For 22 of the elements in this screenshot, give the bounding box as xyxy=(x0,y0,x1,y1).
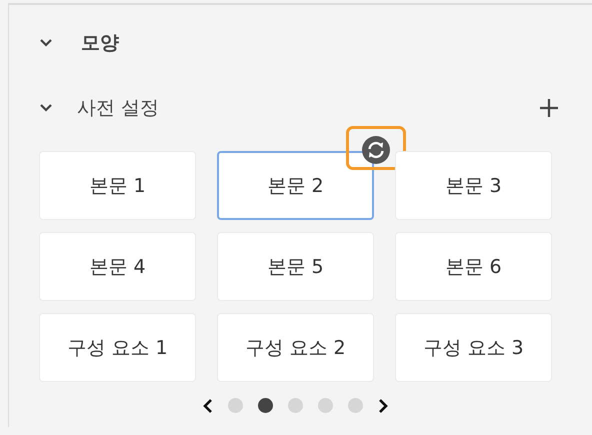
page-dot[interactable] xyxy=(348,398,363,413)
preset-card[interactable]: 구성 요소 3 xyxy=(395,313,552,382)
page-dot[interactable] xyxy=(228,398,243,413)
chevron-down-icon[interactable] xyxy=(39,38,53,48)
section-title[interactable]: 모양 xyxy=(81,30,119,56)
section-title[interactable]: 사전 설정 xyxy=(77,95,160,121)
next-icon[interactable] xyxy=(378,398,388,412)
preset-card[interactable]: 구성 요소 1 xyxy=(39,313,196,382)
sync-icon[interactable] xyxy=(362,136,390,164)
chevron-down-icon[interactable] xyxy=(39,103,53,113)
preset-card[interactable]: 본문 6 xyxy=(395,232,552,301)
preset-card[interactable]: 본문 2 xyxy=(217,151,374,220)
preset-card[interactable]: 본문 5 xyxy=(217,232,374,301)
page-dot[interactable] xyxy=(258,398,273,413)
preset-card[interactable]: 구성 요소 2 xyxy=(217,313,374,382)
preset-card[interactable]: 본문 3 xyxy=(395,151,552,220)
preset-card[interactable]: 본문 1 xyxy=(39,151,196,220)
preset-card[interactable]: 본문 4 xyxy=(39,232,196,301)
add-icon[interactable] xyxy=(540,99,558,117)
page-dot[interactable] xyxy=(288,398,303,413)
previous-icon[interactable] xyxy=(203,398,213,412)
page-dot[interactable] xyxy=(318,398,333,413)
